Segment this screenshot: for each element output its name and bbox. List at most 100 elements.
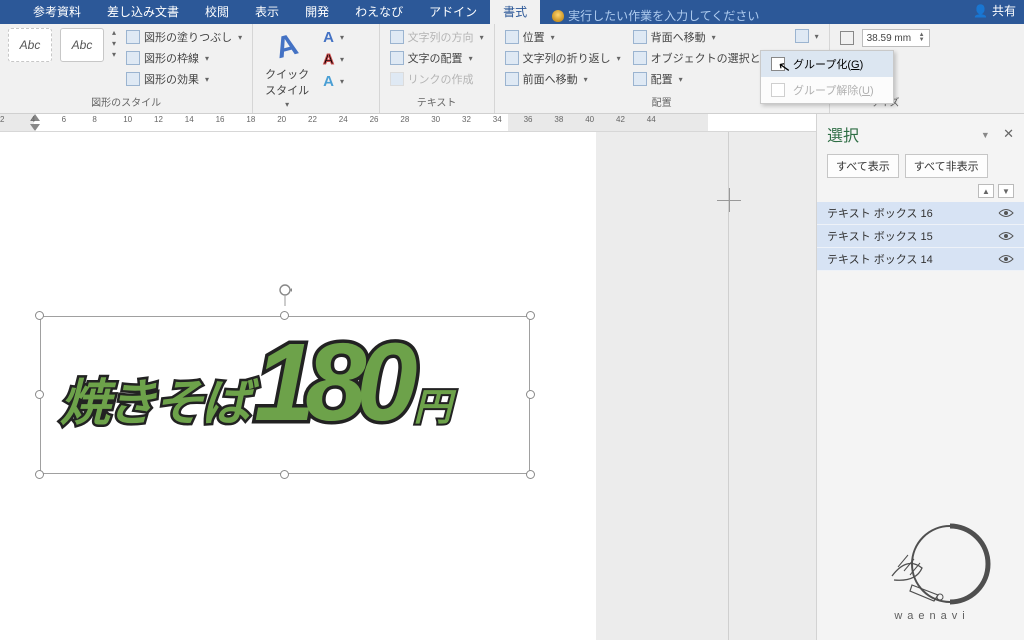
text-direction-button[interactable]: 文字列の方向▾ xyxy=(388,28,486,46)
pane-options-icon[interactable]: ▼ xyxy=(981,130,990,140)
gallery-down-icon[interactable]: ▾ xyxy=(112,39,116,48)
tab-waenabi[interactable]: わえなび xyxy=(342,0,416,24)
handle-bm[interactable] xyxy=(280,470,289,479)
list-item-label: テキスト ボックス 14 xyxy=(827,251,933,267)
eye-icon[interactable] xyxy=(998,254,1014,264)
tab-mailings[interactable]: 差し込み文書 xyxy=(94,0,192,24)
move-down-button[interactable]: ▼ xyxy=(998,184,1014,198)
selection-pane-icon xyxy=(633,51,647,65)
tab-addin[interactable]: アドイン xyxy=(416,0,490,24)
text-align-button[interactable]: 文字の配置▾ xyxy=(388,49,486,67)
direction-icon xyxy=(390,30,404,44)
group-text: 文字列の方向▾ 文字の配置▾ リンクの作成 テキスト xyxy=(380,24,495,113)
wrap-text-button[interactable]: 文字列の折り返し▾ xyxy=(503,49,623,67)
selection-pane: 選択 ▼ ✕ すべて表示 すべて非表示 ▲ ▼ テキスト ボックス 16 テキス… xyxy=(816,114,1024,640)
show-all-button[interactable]: すべて表示 xyxy=(827,154,899,178)
list-item[interactable]: テキスト ボックス 14 xyxy=(817,248,1024,271)
text-align-label: 文字の配置 xyxy=(408,50,463,66)
height-icon xyxy=(840,31,854,45)
rotation-handle[interactable] xyxy=(276,284,294,306)
shape-style-preset-2[interactable]: Abc xyxy=(60,28,104,62)
quick-style-button[interactable]: A クイック スタイル ▾ xyxy=(261,28,313,111)
person-icon: 👤 xyxy=(973,4,988,18)
shape-fill-button[interactable]: 図形の塗りつぶし▾ xyxy=(124,28,244,46)
list-item[interactable]: テキスト ボックス 16 xyxy=(817,202,1024,225)
wordart-icon: A xyxy=(276,30,298,64)
handle-bl[interactable] xyxy=(35,470,44,479)
wrap-label: 文字列の折り返し xyxy=(523,50,611,66)
handle-br[interactable] xyxy=(526,470,535,479)
align-menu-icon xyxy=(633,72,647,86)
text-effects-button[interactable]: A▾ xyxy=(321,72,346,91)
height-box[interactable]: 38.59 mm▲▼ xyxy=(838,28,932,48)
shape-effects-button[interactable]: 図形の効果▾ xyxy=(124,70,244,88)
hide-all-button[interactable]: すべて非表示 xyxy=(905,154,988,178)
position-label: 位置 xyxy=(523,29,545,45)
gallery-up-icon[interactable]: ▴ xyxy=(112,28,116,37)
handle-mr[interactable] xyxy=(526,390,535,399)
document-canvas[interactable]: 焼きそば 180 円 xyxy=(0,132,816,640)
text-effects-icon: A xyxy=(323,73,334,90)
tab-review[interactable]: 校閲 xyxy=(192,0,242,24)
menu-group[interactable]: グループ化(G) xyxy=(761,51,893,77)
shape-outline-button[interactable]: 図形の枠線▾ xyxy=(124,49,244,67)
handle-tm[interactable] xyxy=(280,311,289,320)
handle-ml[interactable] xyxy=(35,390,44,399)
spin-down-icon[interactable]: ▼ xyxy=(919,38,925,43)
pane-title: 選択 xyxy=(827,122,859,146)
ungroup-menu-icon xyxy=(771,83,785,97)
forward-icon xyxy=(505,72,519,86)
send-backward-button[interactable]: 背面へ移動▾ xyxy=(631,28,785,46)
shape-style-preset-1[interactable]: Abc xyxy=(8,28,52,62)
shape-outline-label: 図形の枠線 xyxy=(144,50,199,66)
menu-ungroup-label: グループ解除(U) xyxy=(793,82,874,98)
pen-icon xyxy=(126,51,140,65)
shape-fill-label: 図形の塗りつぶし xyxy=(144,29,232,45)
text-fill-button[interactable]: A▾ xyxy=(321,28,346,47)
menu-group-label: グループ化(G) xyxy=(793,56,863,72)
group-icon xyxy=(795,29,809,43)
create-link-button: リンクの作成 xyxy=(388,70,486,88)
eye-icon[interactable] xyxy=(998,231,1014,241)
forward-label: 前面へ移動 xyxy=(523,71,578,87)
list-item[interactable]: テキスト ボックス 15 xyxy=(817,225,1024,248)
text-outline-button[interactable]: A▾ xyxy=(321,50,346,69)
quick-style-label: クイック スタイル xyxy=(265,66,309,98)
wordart-text-3: 円 xyxy=(414,376,452,431)
link-icon xyxy=(390,72,404,86)
group-menu-icon xyxy=(771,57,785,71)
wordart-group[interactable]: 焼きそば 180 円 xyxy=(60,328,452,438)
bulb-icon xyxy=(552,10,564,22)
wrap-icon xyxy=(505,51,519,65)
canvas-gray-area xyxy=(596,132,816,640)
align-menu-label: 配置 xyxy=(651,71,673,87)
handle-tl[interactable] xyxy=(35,311,44,320)
group-button[interactable]: ▾ xyxy=(793,28,821,44)
pane-close-icon[interactable]: ✕ xyxy=(1003,126,1014,141)
backward-icon xyxy=(633,30,647,44)
tell-me-placeholder: 実行したい作業を入力してください xyxy=(568,7,759,24)
watermark: waenavi xyxy=(862,521,1002,622)
text-outline-icon: A xyxy=(323,51,334,68)
tab-format[interactable]: 書式 xyxy=(490,0,540,24)
position-icon xyxy=(505,30,519,44)
text-fill-icon: A xyxy=(323,29,334,46)
move-up-button[interactable]: ▲ xyxy=(978,184,994,198)
shape-effects-label: 図形の効果 xyxy=(144,71,199,87)
selection-pane-list: テキスト ボックス 16 テキスト ボックス 15 テキスト ボックス 14 xyxy=(817,202,1024,271)
create-link-label: リンクの作成 xyxy=(408,71,474,87)
bucket-icon xyxy=(126,30,140,44)
share-button[interactable]: 👤共有 xyxy=(973,2,1016,19)
tab-view[interactable]: 表示 xyxy=(242,0,292,24)
tab-references[interactable]: 参考資料 xyxy=(20,0,94,24)
gallery-more-icon[interactable]: ▾ xyxy=(112,50,116,59)
tab-developer[interactable]: 開発 xyxy=(292,0,342,24)
backward-label: 背面へ移動 xyxy=(651,29,706,45)
tell-me-box[interactable]: 実行したい作業を入力してください xyxy=(540,7,759,24)
position-button[interactable]: 位置▾ xyxy=(503,28,623,46)
eye-icon[interactable] xyxy=(998,208,1014,218)
bring-forward-button[interactable]: 前面へ移動▾ xyxy=(503,70,623,88)
menu-ungroup: グループ解除(U) xyxy=(761,77,893,103)
handle-tr[interactable] xyxy=(526,311,535,320)
group-shape-style-label: 図形のスタイル xyxy=(8,92,244,111)
